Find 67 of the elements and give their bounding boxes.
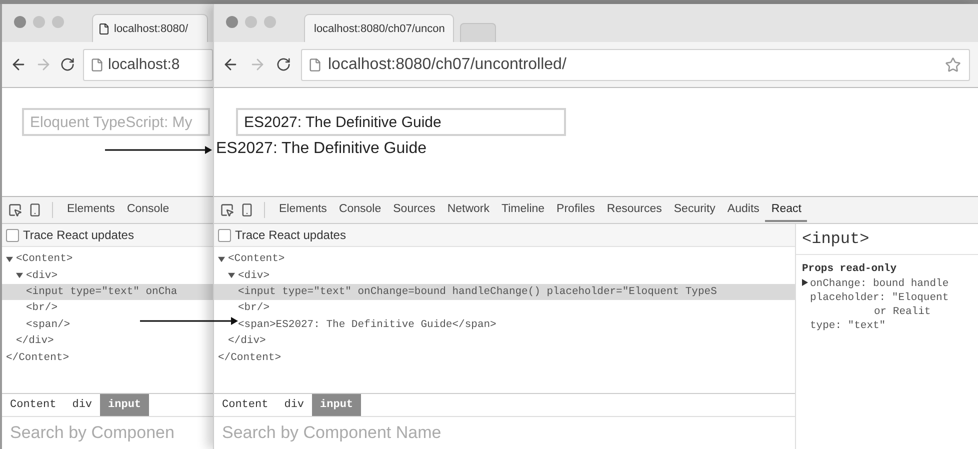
page-icon (308, 58, 322, 72)
tree-row[interactable]: <br/> (2, 300, 213, 317)
tree-row[interactable]: </div> (2, 332, 213, 350)
breadcrumb[interactable]: Content (214, 394, 276, 416)
devtools-tab[interactable]: Resources (600, 198, 668, 222)
bookmark-star-icon[interactable] (945, 56, 961, 72)
tree-row[interactable]: </Content> (214, 349, 795, 366)
checkbox[interactable] (6, 228, 19, 242)
props-heading: Props read-only (801, 262, 898, 277)
devtools-tab[interactable]: Profiles (550, 198, 601, 222)
device-icon[interactable] (240, 203, 254, 217)
prop-line: type: "text" (809, 319, 887, 333)
devtools-tab[interactable]: Security (668, 198, 722, 222)
prop-line[interactable]: onChange: bound handle (796, 277, 978, 291)
breadcrumb[interactable]: div (276, 394, 312, 416)
tree-row[interactable]: <div> (214, 267, 795, 284)
selected-tree-row[interactable]: <input type="text" onChange=bound handleChange() placeholder="Eloquent TypeS (214, 284, 795, 300)
text-input[interactable]: ES2027: The Definitive Guide (236, 108, 566, 136)
disclosure-triangle-icon[interactable] (218, 256, 225, 263)
page-icon (90, 58, 104, 72)
prop-line: placeholder: "Eloquent (809, 291, 950, 305)
device-icon[interactable] (28, 203, 42, 217)
browser-tab[interactable]: localhost:8080/ch07/uncon (304, 14, 454, 42)
breadcrumb[interactable]: div (64, 394, 100, 416)
tree-row[interactable]: <Content> (2, 251, 213, 268)
prop-line: or Realit (873, 305, 932, 319)
devtools-tab[interactable]: Sources (387, 198, 442, 222)
checkbox-label: Trace React updates (235, 228, 346, 242)
selected-tree-row[interactable]: <input type="text" onCha (2, 284, 213, 300)
checkbox-label: Trace React updates (23, 228, 134, 242)
text-input[interactable]: Eloquent TypeScript: My (22, 108, 210, 136)
devtools-tab[interactable]: Console (120, 198, 176, 222)
devtools-tab[interactable]: Elements (61, 198, 121, 222)
devtools-tab[interactable]: React (765, 198, 808, 222)
expand-triangle-icon[interactable] (802, 279, 808, 286)
search-field[interactable]: Search by Component Name (214, 417, 795, 449)
address-bar[interactable]: localhost:8080/ch07/uncontrolled/ (301, 48, 970, 80)
disclosure-triangle-icon[interactable] (228, 272, 235, 280)
disclosure-triangle-icon[interactable] (6, 256, 13, 263)
reload-icon[interactable] (276, 57, 291, 72)
address-bar[interactable]: localhost:8 (83, 48, 213, 80)
tree-row[interactable]: <div> (2, 267, 213, 284)
devtools-tab[interactable]: Console (332, 198, 388, 222)
page-icon (98, 22, 110, 34)
tree-row[interactable]: </div> (214, 332, 795, 350)
output-text: ES2027: The Definitive Guide (216, 140, 426, 158)
tree-row[interactable]: <span/> (2, 316, 213, 333)
devtools-tab[interactable]: Network (441, 198, 496, 222)
checkbox[interactable] (218, 228, 231, 242)
reload-icon[interactable] (60, 57, 75, 72)
devtools-tab[interactable]: Audits (721, 198, 766, 222)
back-icon[interactable] (10, 56, 27, 73)
tree-row[interactable]: <br/> (214, 300, 795, 317)
close-light-icon[interactable] (226, 16, 238, 28)
breadcrumb[interactable]: Content (2, 394, 64, 416)
inspect-icon[interactable] (220, 203, 234, 217)
browser-tab[interactable]: localhost:8080/ (92, 14, 208, 42)
tree-row[interactable]: <span>ES2027: The Definitive Guide</span> (214, 316, 795, 333)
inspect-icon[interactable] (8, 203, 22, 217)
tree-row[interactable]: <Content> (214, 251, 795, 268)
tree-row[interactable]: </Content> (2, 349, 213, 366)
devtools-tab[interactable]: Elements (273, 198, 333, 222)
close-light-icon[interactable] (14, 16, 26, 28)
devtools-tab[interactable]: Timeline (496, 198, 551, 222)
component-title: <input> (796, 224, 978, 255)
disclosure-triangle-icon[interactable] (16, 272, 23, 280)
back-icon[interactable] (222, 56, 239, 73)
